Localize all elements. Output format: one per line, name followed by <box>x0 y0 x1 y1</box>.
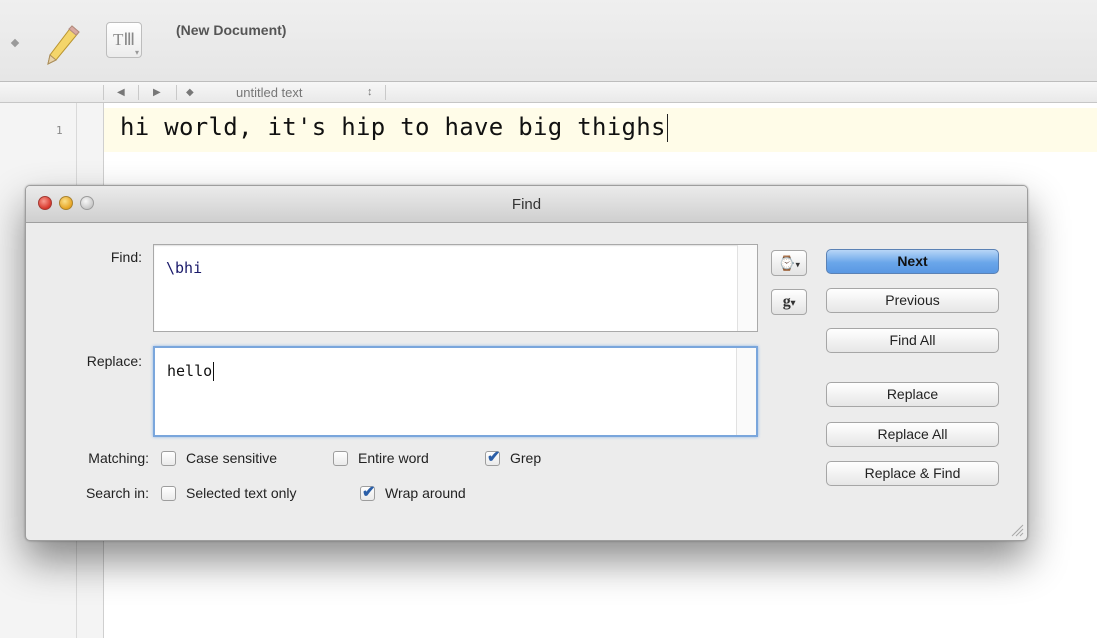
replace-field-scrollbar[interactable] <box>736 348 756 435</box>
divider <box>176 85 177 100</box>
editor-text-line[interactable]: hi world, it's hip to have big thighs <box>120 113 668 142</box>
find-field-scrollbar[interactable] <box>737 245 757 331</box>
grep-label[interactable]: Grep <box>510 450 541 466</box>
divider <box>385 85 386 100</box>
replace-all-button[interactable]: Replace All <box>826 422 999 447</box>
replace-field[interactable]: hello <box>153 346 758 437</box>
previous-button[interactable]: Previous <box>826 288 999 313</box>
replace-field-value: hello <box>167 362 215 381</box>
wrap-around-checkbox[interactable] <box>360 482 375 502</box>
entire-word-label[interactable]: Entire word <box>358 450 429 466</box>
case-sensitive-checkbox[interactable] <box>161 451 176 466</box>
document-status-icon <box>10 38 20 48</box>
forward-arrow-icon[interactable]: ▶ <box>153 82 161 103</box>
replace-label: Replace: <box>86 353 142 369</box>
find-field-value: \bhi <box>166 259 203 277</box>
editor-toolbar: TⅢ ▾ (New Document) <box>0 0 1097 82</box>
back-arrow-icon[interactable]: ◀ <box>117 82 125 103</box>
dialog-titlebar[interactable]: Find <box>26 186 1027 223</box>
divider <box>138 85 139 100</box>
wrap-around-label[interactable]: Wrap around <box>385 485 466 501</box>
clock-icon: ⌚ <box>778 255 796 271</box>
entire-word-checkbox[interactable] <box>333 451 348 466</box>
replace-and-find-button[interactable]: Replace & Find <box>826 461 999 486</box>
grep-checkbox[interactable] <box>485 447 500 467</box>
text-options-glyph: TⅢ <box>112 30 136 49</box>
find-field[interactable]: \bhi <box>153 244 758 332</box>
file-name-popup[interactable]: untitled text <box>236 82 303 103</box>
selected-text-only-label[interactable]: Selected text only <box>186 485 297 501</box>
resize-grip-icon[interactable] <box>1010 523 1024 537</box>
chevron-down-icon: ▾ <box>790 297 796 308</box>
text-options-button[interactable]: TⅢ ▾ <box>106 22 142 58</box>
stepper-icon[interactable]: ↕ <box>367 82 373 103</box>
case-sensitive-label[interactable]: Case sensitive <box>186 450 277 466</box>
grep-pattern-button[interactable]: g▾ <box>771 289 807 315</box>
replace-button[interactable]: Replace <box>826 382 999 407</box>
chevron-down-icon: ▾ <box>795 259 800 270</box>
editor-line-content: hi world, it's hip to have big thighs <box>120 113 666 141</box>
line-number: 1 <box>56 124 63 137</box>
divider <box>103 85 104 100</box>
find-dialog: Find Find: \bhi Replace: hello ⌚▾ g▾ Nex… <box>25 185 1028 541</box>
find-all-button[interactable]: Find All <box>826 328 999 353</box>
replace-field-text: hello <box>167 362 213 380</box>
matching-label: Matching: <box>88 450 149 466</box>
pencil-icon[interactable] <box>44 22 84 68</box>
search-history-button[interactable]: ⌚▾ <box>771 250 807 276</box>
dialog-title: Find <box>511 196 542 213</box>
chevron-down-icon: ▾ <box>134 48 139 57</box>
next-button[interactable]: Next <box>826 249 999 274</box>
grep-icon: g <box>782 293 791 310</box>
find-label: Find: <box>110 249 142 265</box>
selected-text-only-checkbox[interactable] <box>161 486 176 501</box>
search-in-label: Search in: <box>85 485 149 501</box>
text-caret <box>213 362 215 381</box>
document-title: (New Document) <box>176 22 287 38</box>
text-caret <box>666 114 668 142</box>
navigation-bar: ◀ ▶ ◆ untitled text ↕ <box>0 82 1097 103</box>
marker-icon[interactable]: ◆ <box>186 82 194 103</box>
